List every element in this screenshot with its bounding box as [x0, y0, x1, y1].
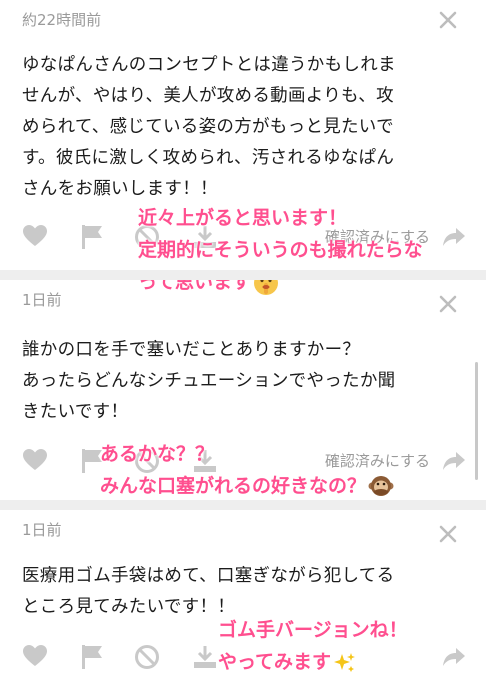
- comment-line: さんをお願いします！！: [22, 179, 218, 199]
- reply-overlay: あるかな？？ みんな口塞がれるの好きなの？: [100, 438, 394, 502]
- close-icon[interactable]: [438, 10, 458, 30]
- scrollbar[interactable]: [475, 362, 478, 480]
- reply-line: みんな口塞がれるの好きなの？: [100, 470, 394, 502]
- heart-icon[interactable]: [22, 644, 48, 668]
- comment-timestamp: 1日前: [22, 291, 62, 309]
- sparkles-emoji: [334, 652, 356, 672]
- flag-icon[interactable]: [80, 224, 104, 250]
- reply-line: 定期的にそういうのも撮れたらな: [138, 239, 423, 261]
- comment-line: きたいです！: [22, 402, 129, 422]
- comment-line: められて、感じている姿の方がもっと見たいで: [22, 117, 394, 137]
- close-icon[interactable]: [438, 524, 458, 544]
- comment-line: 医療用ゴム手袋はめて、口塞ぎながら犯してる: [22, 566, 395, 586]
- comment-text: ゆなぱんさんのコンセプトとは違うかもしれま せんが、やはり、美人が攻める動画より…: [22, 50, 467, 205]
- separator: [0, 270, 486, 280]
- reply-line-text: みんな口塞がれるの好きなの？: [100, 475, 367, 497]
- comment-line: ゆなぱんさんのコンセプトとは違うかもしれま: [22, 55, 396, 75]
- separator: [0, 500, 486, 510]
- heart-icon[interactable]: [22, 448, 48, 472]
- flag-icon[interactable]: [80, 644, 104, 670]
- comment-text: 誰かの口を手で塞いだことありますかー？ あったらどんなシチュエーションでやったか…: [22, 335, 467, 428]
- reply-line-text: やってみます: [218, 651, 332, 673]
- close-icon[interactable]: [438, 294, 458, 314]
- speak-no-evil-monkey-emoji: [368, 475, 394, 496]
- comment-timestamp: 1日前: [22, 521, 62, 539]
- share-icon[interactable]: [442, 226, 466, 248]
- reply-line: ゴム手バージョンね！: [218, 619, 408, 641]
- comment-timestamp: 約22時間前: [22, 11, 102, 29]
- reply-overlay: ゴム手バージョンね！ やってみます: [218, 614, 408, 678]
- share-icon[interactable]: [442, 646, 466, 668]
- reply-line: 近々上がると思います！: [138, 207, 348, 229]
- reply-line: やってみます: [218, 646, 408, 678]
- heart-icon[interactable]: [22, 224, 48, 248]
- reply-line: あるかな？？: [100, 443, 215, 465]
- download-icon[interactable]: [192, 644, 218, 670]
- comment-line: あったらどんなシチュエーションでやったか聞: [22, 371, 396, 391]
- comment-line: せんが、やはり、美人が攻める動画よりも、攻: [22, 86, 394, 106]
- comment-line: 誰かの口を手で塞いだことありますかー？: [22, 340, 361, 360]
- share-icon[interactable]: [442, 450, 466, 472]
- comment-line: す。彼氏に激しく攻められ、汚されるゆなぱん: [22, 148, 395, 168]
- block-icon[interactable]: [134, 644, 160, 670]
